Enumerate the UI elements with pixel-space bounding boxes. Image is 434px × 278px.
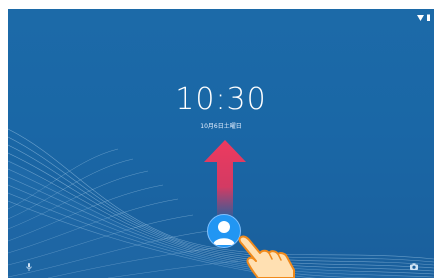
battery-icon — [427, 14, 430, 21]
lock-clock: 10:30 — [175, 82, 267, 117]
microphone-icon[interactable] — [26, 263, 32, 271]
pointing-hand-icon — [238, 235, 295, 278]
lock-screen: 10:30 10月6日土曜日 — [8, 9, 434, 278]
swipe-up-arrow-icon — [204, 140, 246, 218]
status-bar — [417, 14, 430, 21]
camera-icon[interactable] — [410, 263, 418, 270]
lock-date: 10月6日土曜日 — [200, 123, 242, 130]
wifi-icon — [417, 14, 424, 21]
